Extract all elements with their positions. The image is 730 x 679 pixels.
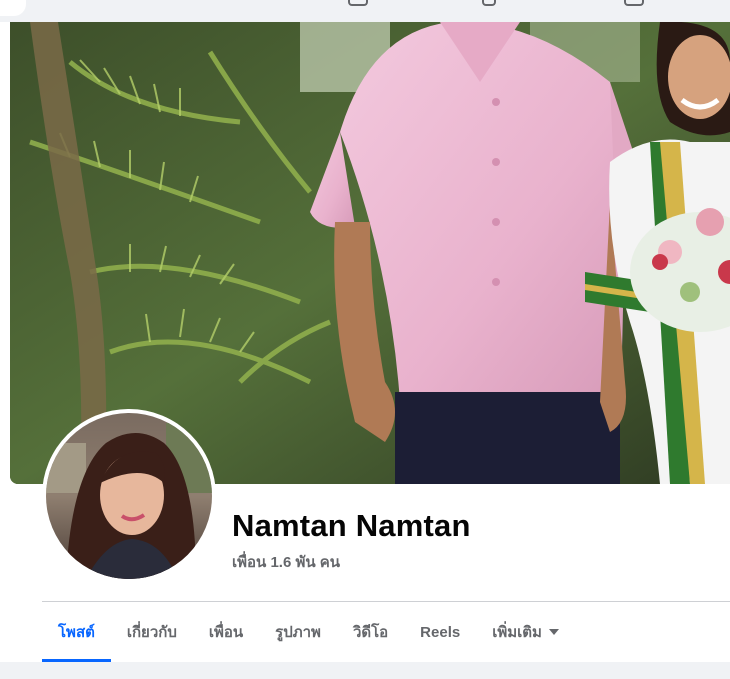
friend-count[interactable]: เพื่อน 1.6 พัน คน — [232, 550, 340, 574]
profile-tabs: โพสต์ เกี่ยวกับ เพื่อน รูปภาพ วิดีโอ Ree… — [42, 602, 575, 662]
profile-avatar[interactable] — [42, 409, 216, 583]
caret-down-icon — [548, 629, 559, 635]
gaming-icon[interactable] — [624, 0, 644, 6]
tab-friends[interactable]: เพื่อน — [193, 602, 259, 662]
video-icon[interactable] — [482, 0, 496, 6]
tab-photos[interactable]: รูปภาพ — [259, 602, 337, 662]
tab-friends-label: เพื่อน — [208, 624, 244, 641]
tab-about-label: เกี่ยวกับ — [126, 624, 177, 641]
marketplace-icon[interactable] — [348, 0, 368, 6]
tab-posts[interactable]: โพสต์ — [42, 602, 111, 662]
tab-videos-label: วิดีโอ — [352, 624, 389, 641]
page-background — [0, 662, 730, 679]
tab-more-label: เพิ่มเติม — [492, 624, 542, 641]
tab-posts-label: โพสต์ — [58, 624, 95, 641]
tab-about[interactable]: เกี่ยวกับ — [111, 602, 193, 662]
tab-reels-label: Reels — [420, 623, 461, 641]
tab-videos[interactable]: วิดีโอ — [337, 602, 404, 662]
header-card-corner — [0, 0, 26, 16]
tab-photos-label: รูปภาพ — [275, 624, 321, 641]
top-navigation-bar — [0, 0, 730, 22]
tab-more[interactable]: เพิ่มเติม — [476, 602, 575, 662]
profile-name: Namtan Namtan — [232, 508, 471, 543]
profile-page: Namtan Namtan เพื่อน 1.6 พัน คน โพสต์ เก… — [0, 0, 730, 679]
tab-reels[interactable]: Reels — [404, 602, 476, 662]
